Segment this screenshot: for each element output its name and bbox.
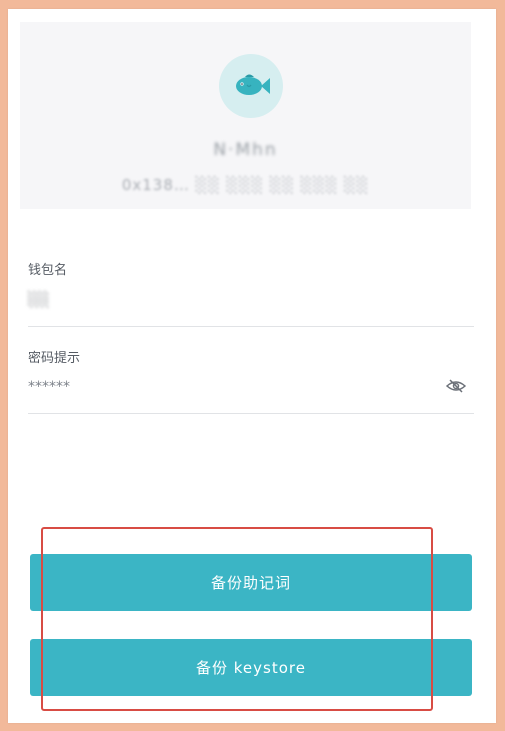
backup-keystore-button[interactable]: 备份 keystore xyxy=(30,639,472,696)
wallet-name: N·Mhn xyxy=(213,140,278,160)
eye-hidden-icon[interactable] xyxy=(446,378,466,394)
divider xyxy=(28,326,474,327)
password-hint-field[interactable]: ****** xyxy=(28,379,70,395)
wallet-header: N·Mhn 0x138… ░░ ░░░ ░░ ░░░ ░░ xyxy=(20,22,471,209)
wallet-name-label: 钱包名 xyxy=(28,263,68,278)
wallet-avatar xyxy=(219,54,283,118)
fish-icon xyxy=(236,74,270,95)
password-hint-label: 密码提示 xyxy=(28,351,81,366)
backup-mnemonic-button[interactable]: 备份助记词 xyxy=(30,554,472,611)
divider xyxy=(28,413,474,414)
wallet-name-field[interactable]: ░░ xyxy=(28,292,50,308)
wallet-detail-screen: N·Mhn 0x138… ░░ ░░░ ░░ ░░░ ░░ 钱包名 ░░ 密码提… xyxy=(8,9,496,723)
wallet-address[interactable]: 0x138… ░░ ░░░ ░░ ░░░ ░░ xyxy=(20,176,471,194)
